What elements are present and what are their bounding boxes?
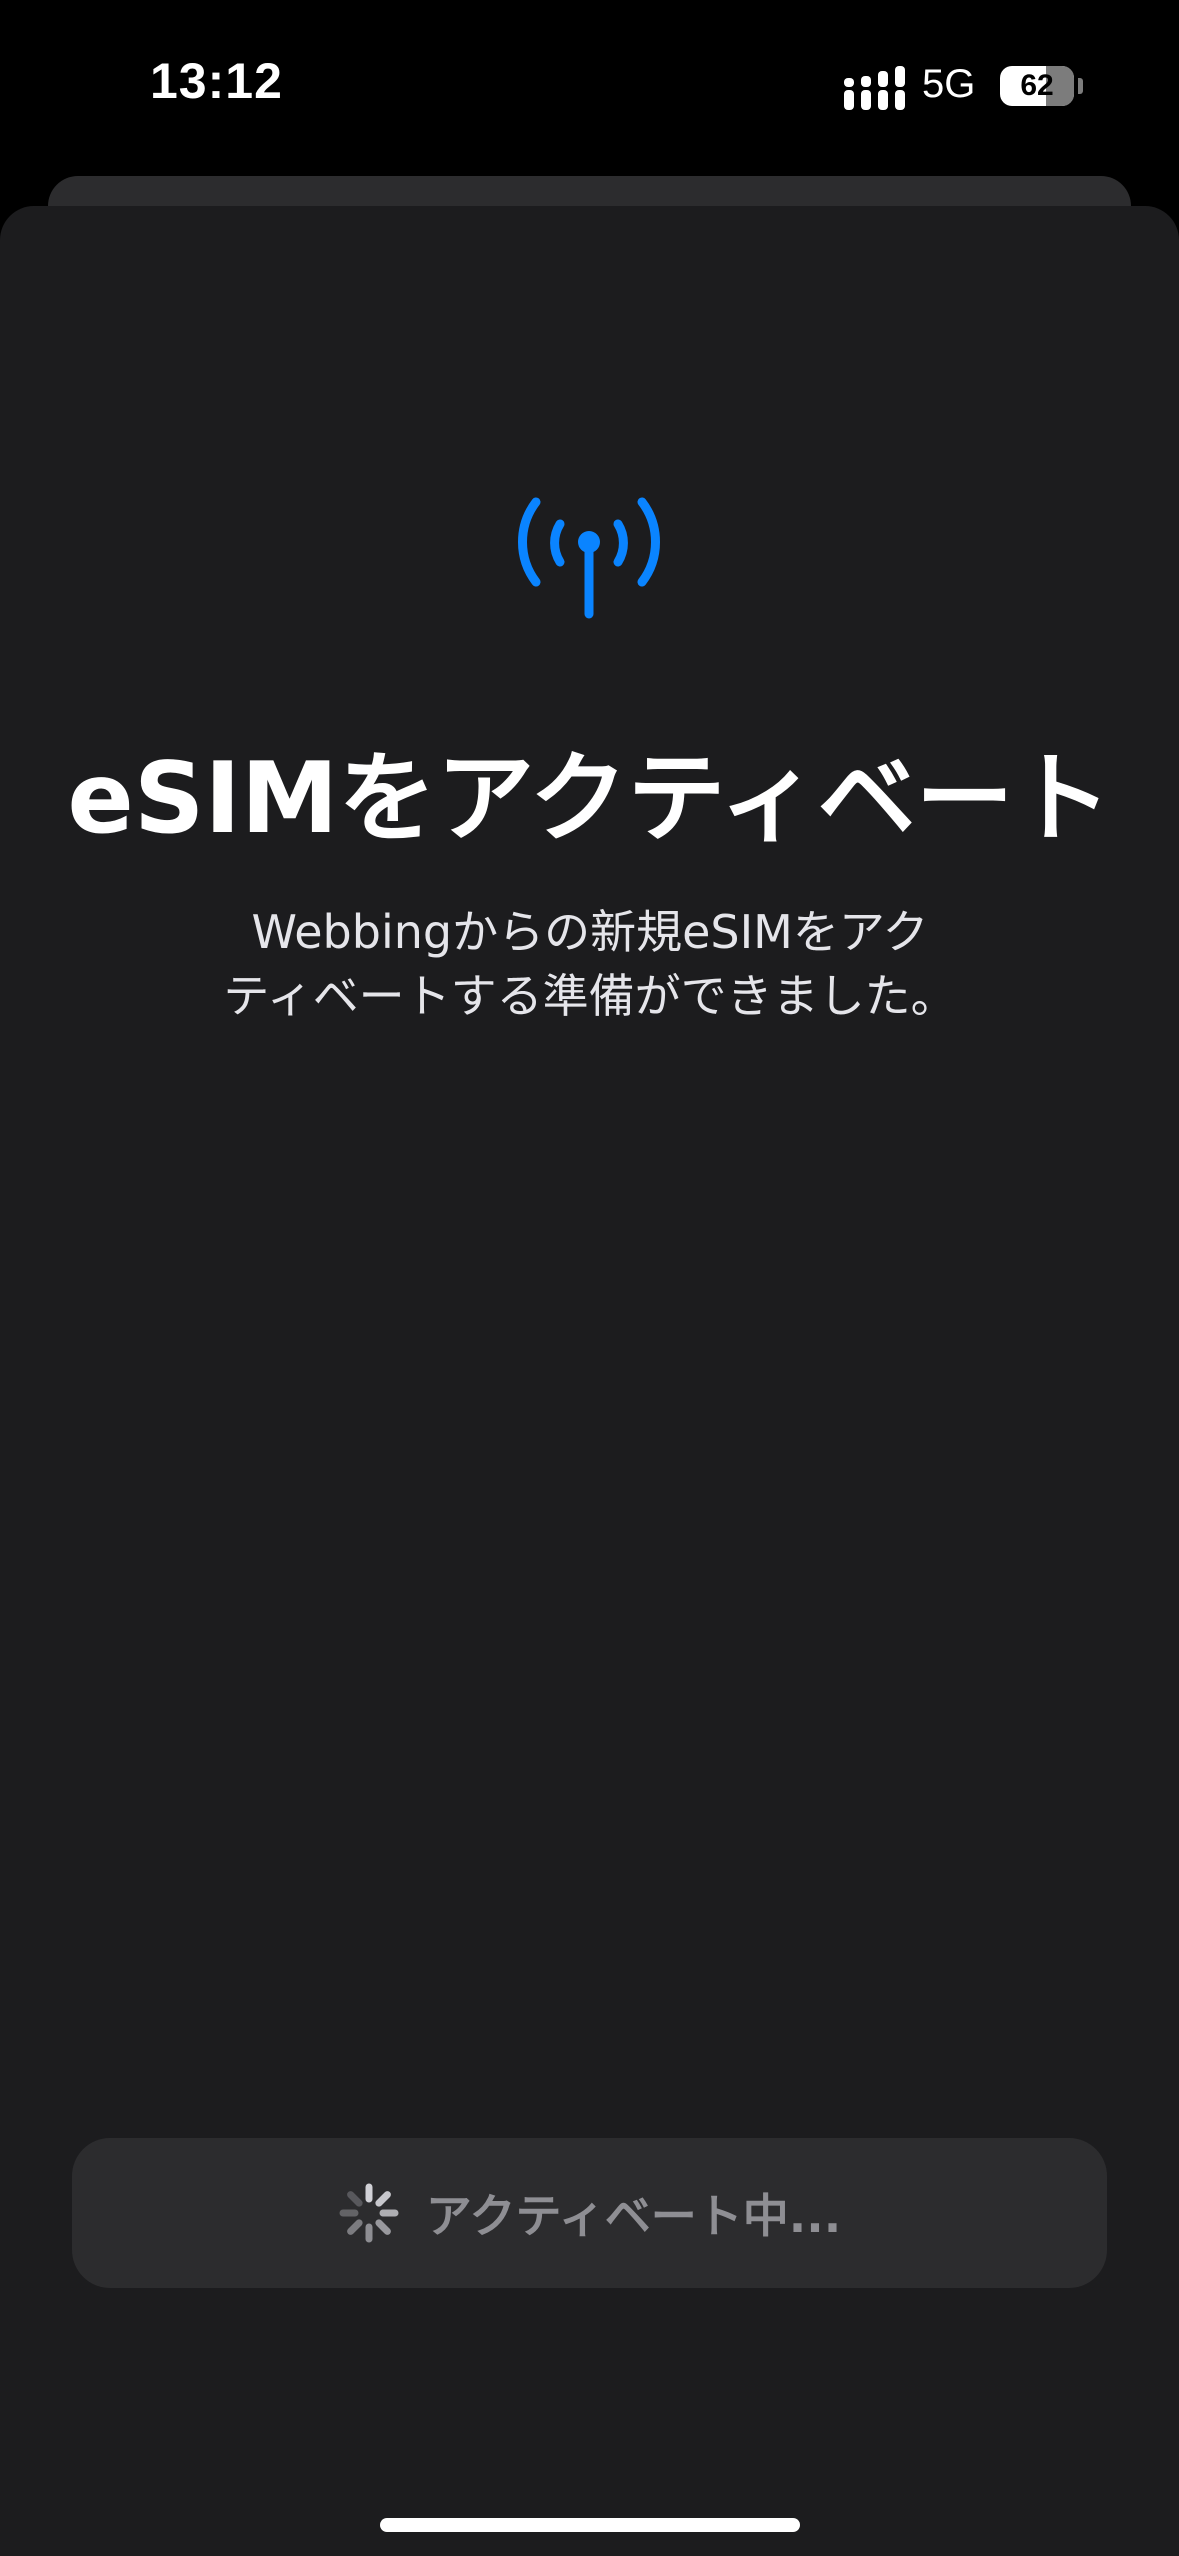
- subtitle-line-2: ティベートする準備ができました。: [223, 969, 957, 1023]
- battery-level: 62: [1020, 69, 1054, 102]
- battery-icon: 62: [1000, 66, 1074, 106]
- antenna-signal-icon: [518, 497, 660, 619]
- screen: 13:12 5G 62 eSIMをアクティベート Webbingからの新規eSI…: [0, 0, 1179, 2556]
- cellular-signal-icon: [844, 66, 905, 110]
- spinner-icon: [339, 2183, 399, 2243]
- subtitle-line-1: Webbingからの新規eSIMをアク: [251, 905, 929, 959]
- page-title: eSIMをアクティベート: [67, 742, 1112, 856]
- home-indicator[interactable]: [380, 2518, 800, 2532]
- status-time: 13:12: [150, 53, 283, 109]
- battery-nub: [1078, 78, 1083, 94]
- page-subtitle: Webbingからの新規eSIMをアク ティベートする準備ができました。: [190, 900, 990, 1028]
- network-type-label: 5G: [922, 62, 976, 106]
- activate-button-label: アクティベート中...: [425, 2189, 842, 2243]
- activate-button[interactable]: アクティベート中...: [72, 2138, 1107, 2288]
